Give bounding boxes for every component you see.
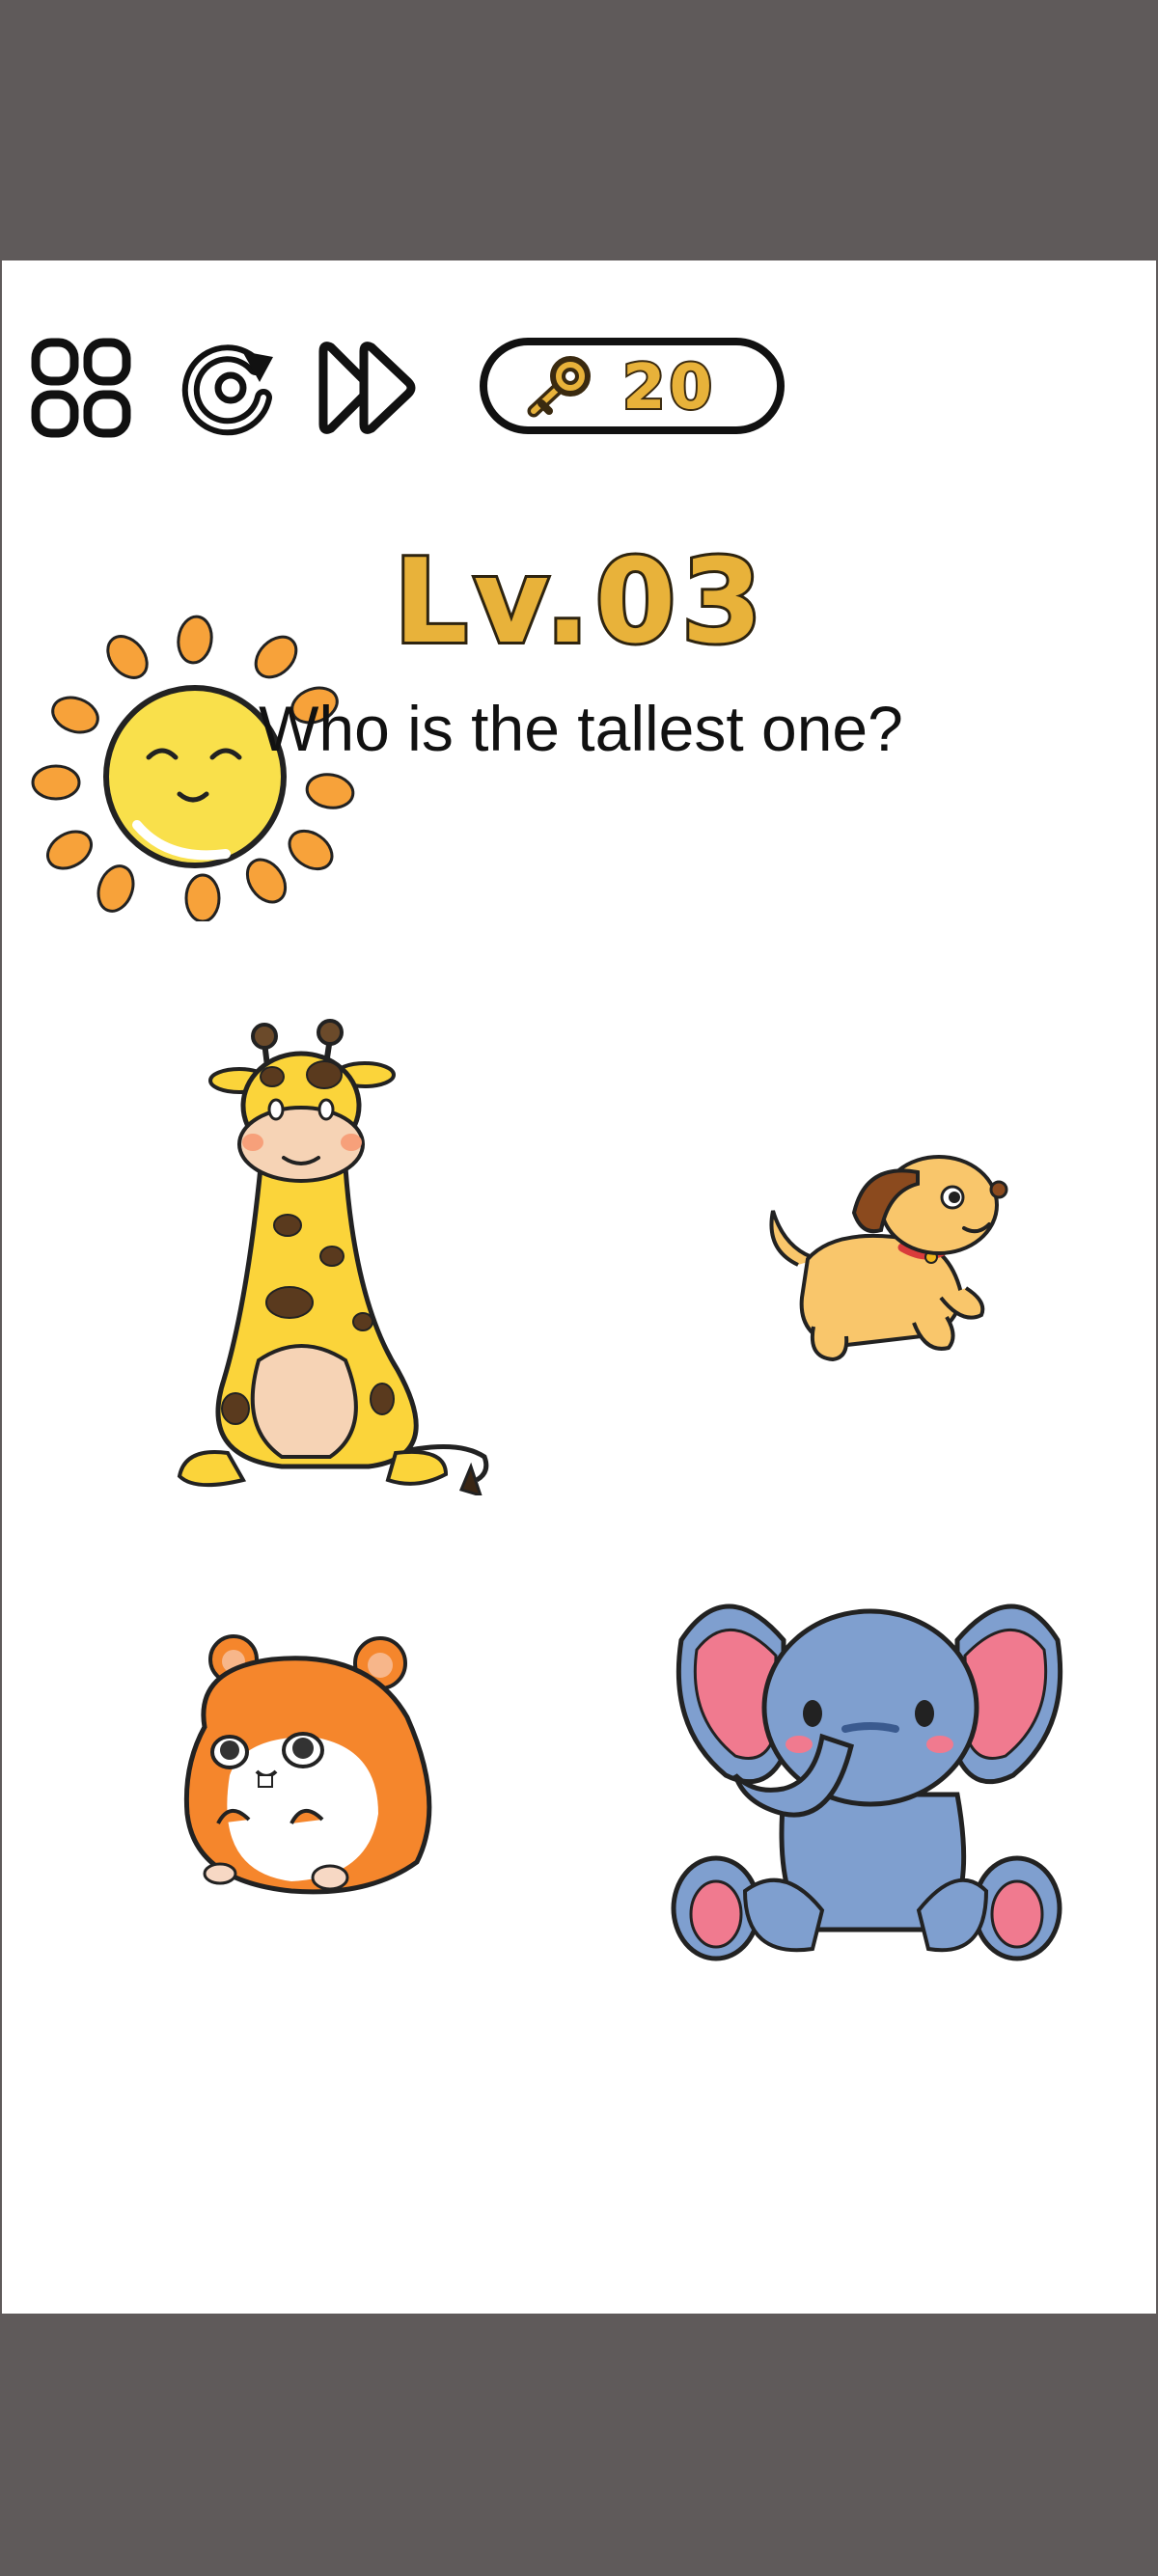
bottom-frame-bar — [0, 2314, 1158, 2576]
top-frame-bar — [0, 0, 1158, 260]
question-text: Who is the tallest one? — [259, 693, 903, 764]
elephant-icon — [671, 1603, 1063, 1961]
skip-button[interactable] — [316, 340, 422, 436]
restart-button[interactable] — [180, 338, 282, 439]
level-title: Lv.03 — [391, 535, 768, 670]
giraffe-icon — [177, 1019, 489, 1498]
dog-item[interactable] — [759, 1143, 1020, 1365]
key-counter[interactable]: 20 — [480, 338, 785, 434]
dog-icon — [769, 1155, 1008, 1362]
hamster-icon — [183, 1634, 432, 1895]
giraffe-item[interactable] — [166, 1013, 504, 1498]
game-stage: 20 Lv.03 Who is the tallest one? — [2, 260, 1156, 2314]
key-icon — [527, 356, 591, 418]
menu-button[interactable] — [29, 336, 135, 442]
hamster-item[interactable] — [176, 1631, 446, 1901]
elephant-item[interactable] — [668, 1582, 1073, 1968]
grid-menu-icon — [31, 338, 131, 438]
fast-forward-icon — [318, 342, 416, 434]
restart-icon — [181, 344, 273, 436]
key-count: 20 — [620, 350, 717, 425]
